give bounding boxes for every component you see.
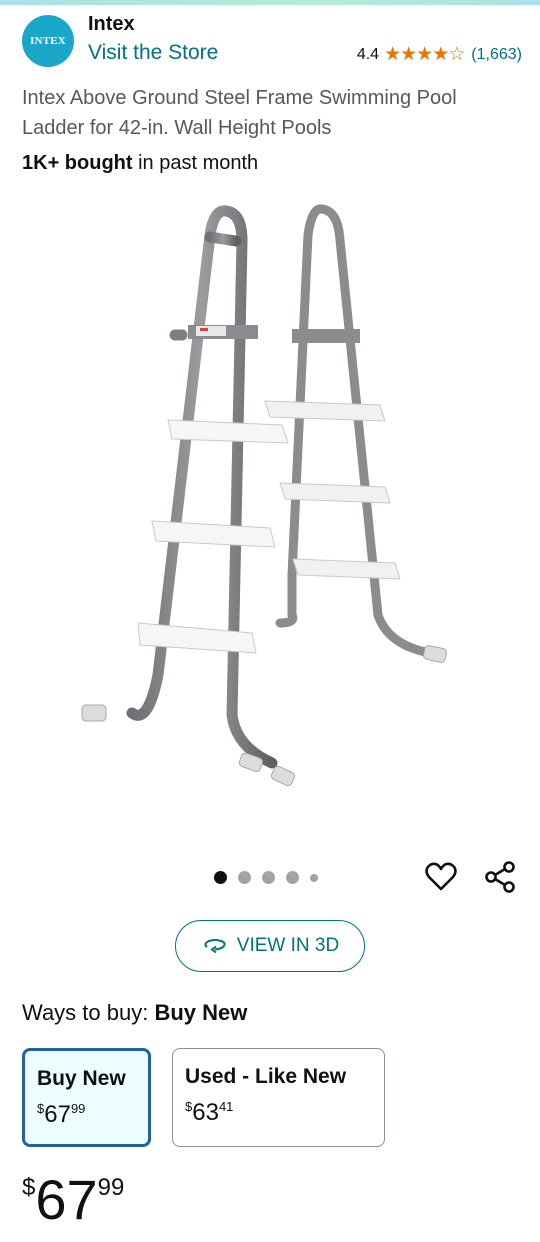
- brand-row: INTEX Intex Visit the Store 4.4 ★ ★ ★ ★ …: [22, 13, 522, 71]
- bought-count: 1K+ bought: [22, 152, 133, 174]
- price-fraction: 99: [70, 1101, 86, 1116]
- star-icon: ★: [400, 44, 417, 65]
- ways-to-buy: Ways to buy: Buy New: [22, 1000, 247, 1026]
- buy-new-option[interactable]: Buy New $6799: [22, 1048, 151, 1147]
- currency-symbol: $: [22, 1174, 36, 1201]
- rating-count: (1,663): [471, 45, 522, 63]
- star-icon: ★: [416, 44, 433, 65]
- price-whole: 67: [44, 1101, 71, 1128]
- half-star-icon: ☆: [448, 44, 465, 65]
- rating-value: 4.4: [356, 45, 380, 63]
- bought-suffix: in past month: [132, 152, 259, 174]
- heart-icon[interactable]: [424, 860, 458, 894]
- option-label: Used - Like New: [185, 1065, 347, 1088]
- top-strip: [0, 0, 540, 5]
- share-icon[interactable]: [484, 860, 518, 894]
- option-price: $6799: [37, 1101, 136, 1129]
- price-fraction: 41: [218, 1099, 234, 1114]
- price-whole: 67: [35, 1168, 98, 1231]
- star-rating-icon: ★ ★ ★ ★ ☆: [384, 43, 465, 66]
- brand-logo-text: INTEX: [30, 35, 66, 47]
- view-in-3d-label: VIEW IN 3D: [236, 935, 340, 956]
- option-price: $6341: [185, 1099, 372, 1127]
- price-whole: 63: [192, 1099, 219, 1126]
- star-icon: ★: [432, 44, 449, 65]
- ways-to-buy-selected: Buy New: [154, 1000, 248, 1025]
- used-like-new-option[interactable]: Used - Like New $6341: [172, 1048, 385, 1147]
- visit-store-link[interactable]: Visit the Store: [88, 41, 218, 65]
- view-in-3d-button[interactable]: VIEW IN 3D: [175, 920, 365, 972]
- option-label: Buy New: [37, 1067, 126, 1090]
- carousel-dot-3[interactable]: [262, 871, 275, 884]
- rating[interactable]: 4.4 ★ ★ ★ ★ ☆ (1,663): [357, 43, 522, 66]
- brand-name: Intex: [88, 13, 135, 35]
- carousel-dot-4[interactable]: [286, 871, 299, 884]
- product-price: $6799: [22, 1170, 124, 1230]
- brand-logo[interactable]: INTEX: [22, 15, 74, 67]
- image-carousel-dots: [214, 871, 329, 884]
- product-title: Intex Above Ground Steel Frame Swimming …: [22, 87, 457, 139]
- price-fraction: 99: [97, 1174, 125, 1201]
- ways-to-buy-label: Ways to buy:: [22, 1000, 155, 1025]
- product-image[interactable]: [60, 195, 480, 825]
- bought-in-past-month: 1K+ bought in past month: [22, 152, 258, 175]
- carousel-dot-1[interactable]: [214, 871, 227, 884]
- carousel-dot-2[interactable]: [238, 871, 251, 884]
- rotate-3d-icon: [204, 939, 226, 954]
- carousel-dot-5[interactable]: [310, 873, 318, 882]
- star-icon: ★: [384, 44, 401, 65]
